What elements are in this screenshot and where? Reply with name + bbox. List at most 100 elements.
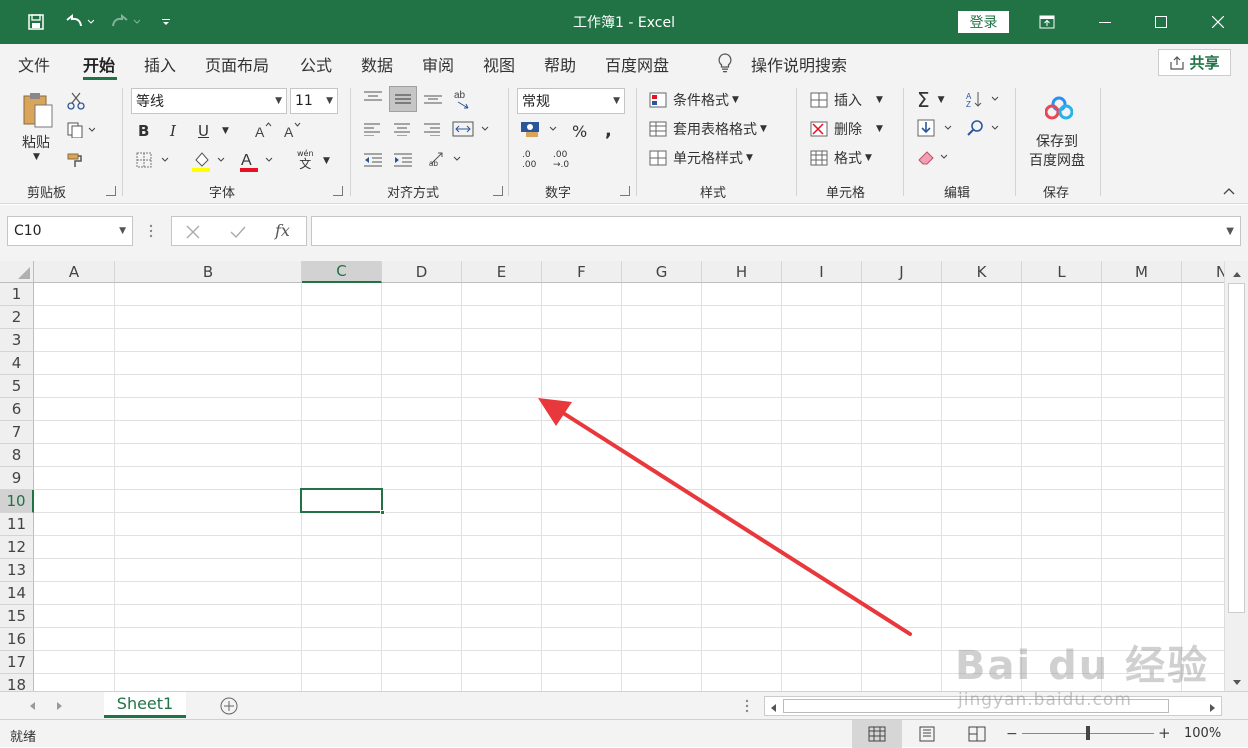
italic-button[interactable]: I [170, 122, 176, 140]
expand-formula-icon[interactable]: ▼ [1226, 226, 1234, 237]
wrap-text-icon[interactable]: ab [428, 150, 468, 168]
ribbon-display-options-icon[interactable] [1032, 8, 1062, 36]
next-sheet-icon[interactable] [56, 700, 64, 715]
clipboard-launcher-icon[interactable] [106, 186, 116, 196]
find-select-icon[interactable] [966, 119, 1006, 137]
align-center-icon[interactable] [392, 122, 412, 136]
zoom-slider[interactable] [1022, 726, 1154, 740]
tab-formulas[interactable]: 公式 [300, 52, 332, 76]
percent-style-button[interactable]: % [572, 122, 587, 141]
format-as-table-button[interactable]: 套用表格格式 ▼ [649, 119, 767, 139]
paste-label[interactable]: 粘贴 [22, 132, 50, 152]
tab-data[interactable]: 数据 [361, 52, 393, 76]
copy-icon[interactable] [67, 122, 95, 138]
minimize-icon[interactable] [1090, 8, 1120, 36]
conditional-formatting-button[interactable]: 条件格式 ▼ [649, 90, 739, 110]
accounting-format-icon[interactable] [520, 120, 562, 138]
underline-dropdown-icon[interactable]: ▼ [222, 126, 229, 136]
paste-dropdown-icon[interactable]: ▼ [33, 152, 40, 162]
increase-indent-icon[interactable] [392, 152, 414, 168]
zoom-out-button[interactable]: − [1006, 726, 1018, 742]
fill-color-icon[interactable] [192, 150, 232, 172]
cell-styles-button[interactable]: 单元格样式 ▼ [649, 148, 753, 168]
font-size-select[interactable]: 11 ▼ [290, 88, 338, 114]
increase-decimal-icon[interactable]: .0 .00 [522, 150, 536, 170]
tab-help[interactable]: 帮助 [544, 52, 576, 76]
align-right-icon[interactable] [422, 122, 442, 136]
decrease-decimal-icon[interactable]: .00 →.0 [553, 150, 569, 170]
sort-filter-icon[interactable]: AZ [966, 90, 1006, 108]
autosum-icon[interactable]: Σ ▼ [917, 88, 945, 112]
align-top-icon[interactable] [362, 90, 384, 104]
tab-home[interactable]: 开始 [83, 52, 115, 76]
number-launcher-icon[interactable] [620, 186, 630, 196]
phonetic-guide-icon[interactable]: wén 文 [297, 148, 314, 170]
bold-button[interactable]: B [138, 122, 149, 140]
scroll-down-icon[interactable] [1232, 676, 1242, 691]
format-painter-icon[interactable] [67, 152, 85, 168]
vertical-dots-icon[interactable] [148, 223, 154, 243]
name-box[interactable]: C10 ▼ [7, 216, 133, 246]
collapse-ribbon-icon[interactable] [1222, 186, 1236, 196]
close-icon[interactable] [1203, 8, 1233, 36]
underline-button[interactable]: U [198, 122, 209, 140]
orientation-icon[interactable]: ab [454, 88, 476, 110]
baidu-netdisk-icon[interactable] [1044, 96, 1074, 124]
increase-font-size-icon[interactable]: A [254, 122, 272, 138]
tab-page-layout[interactable]: 页面布局 [205, 52, 269, 76]
fill-icon[interactable] [917, 119, 957, 137]
number-format-select[interactable]: 常规 ▼ [517, 88, 625, 114]
decrease-indent-icon[interactable] [362, 152, 384, 168]
paste-icon[interactable] [22, 90, 54, 134]
tab-file[interactable]: 文件 [18, 52, 50, 76]
font-color-icon[interactable]: A [240, 150, 280, 172]
comma-style-button[interactable]: , [605, 120, 612, 141]
maximize-icon[interactable] [1146, 8, 1176, 36]
scroll-up-icon[interactable] [1232, 267, 1242, 282]
prev-sheet-icon[interactable] [28, 700, 36, 715]
scroll-right-icon[interactable] [1209, 702, 1217, 717]
tab-view[interactable]: 视图 [483, 52, 515, 76]
clear-icon[interactable] [917, 148, 957, 166]
worksheet-grid[interactable]: A B C D E F G H I J K L M N 1 2 3 4 5 6 … [0, 261, 1248, 691]
zoom-level[interactable]: 100% [1184, 726, 1221, 741]
zoom-in-button[interactable]: + [1158, 724, 1171, 742]
vertical-scrollbar[interactable] [1224, 261, 1248, 691]
align-middle-icon[interactable] [389, 86, 417, 112]
tab-insert[interactable]: 插入 [144, 52, 176, 76]
delete-cells-button[interactable]: 删除 ▼ [810, 119, 883, 139]
cut-icon[interactable] [67, 92, 85, 110]
format-cells-button[interactable]: 格式 ▼ [810, 148, 872, 168]
chevron-down-icon[interactable]: ▼ [119, 226, 126, 236]
share-button[interactable]: 共享 [1158, 49, 1231, 76]
font-launcher-icon[interactable] [333, 186, 343, 196]
align-bottom-icon[interactable] [422, 90, 444, 104]
save-to-baidu-line1[interactable]: 保存到 [1036, 131, 1078, 151]
tab-baidu-netdisk[interactable]: 百度网盘 [605, 52, 669, 76]
sheet-tab-sheet1[interactable]: Sheet1 [104, 692, 186, 718]
align-left-icon[interactable] [362, 122, 382, 136]
page-break-preview-icon[interactable] [968, 726, 986, 746]
add-sheet-icon[interactable] [219, 696, 239, 720]
login-button[interactable]: 登录 [958, 11, 1009, 33]
decrease-font-size-icon[interactable]: A [283, 122, 301, 138]
normal-view-button[interactable] [852, 720, 902, 748]
cancel-icon[interactable] [186, 225, 200, 243]
vertical-scroll-thumb[interactable] [1228, 283, 1245, 613]
split-dots-icon[interactable] [744, 698, 750, 718]
alignment-launcher-icon[interactable] [493, 186, 503, 196]
enter-icon[interactable] [230, 225, 246, 243]
formula-input[interactable]: ▼ [311, 216, 1241, 246]
insert-function-button[interactable]: fx [275, 221, 290, 240]
phonetic-dropdown-icon[interactable]: ▼ [323, 156, 330, 166]
save-to-baidu-line2[interactable]: 百度网盘 [1029, 150, 1085, 170]
font-name-select[interactable]: 等线 ▼ [131, 88, 287, 114]
tab-review[interactable]: 审阅 [422, 52, 454, 76]
merge-center-icon[interactable] [452, 120, 492, 138]
zoom-slider-thumb[interactable] [1086, 726, 1090, 740]
page-layout-view-icon[interactable] [918, 726, 936, 746]
scroll-left-icon[interactable] [769, 702, 777, 717]
insert-cells-button[interactable]: 插入 ▼ [810, 90, 883, 110]
borders-icon[interactable] [136, 152, 176, 168]
tell-me-search[interactable]: 操作说明搜索 [751, 52, 847, 76]
